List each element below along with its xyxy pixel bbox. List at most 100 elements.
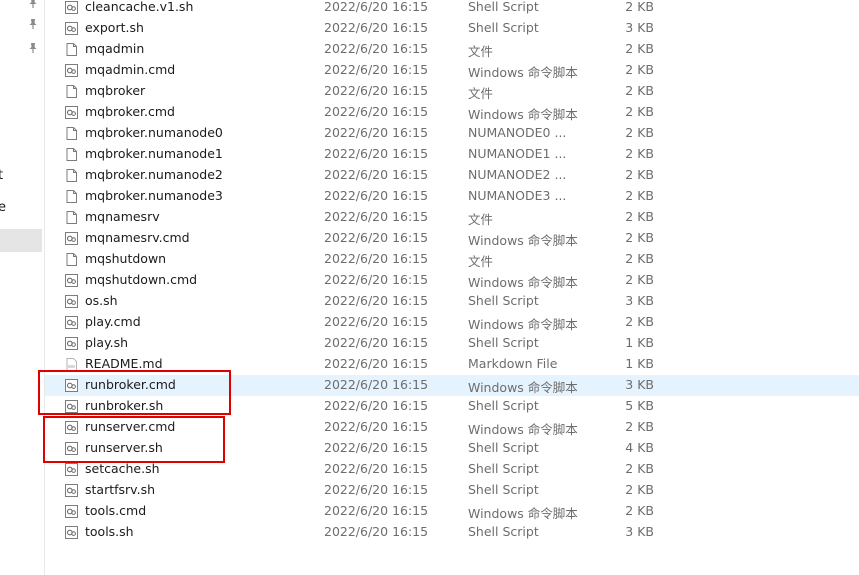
file-row[interactable]: play.cmd 2022/6/20 16:15 Windows 命令脚本 2 KB — [45, 312, 859, 333]
file-row[interactable]: mqbroker.numanode1 2022/6/20 16:15 NUMANOD… — [45, 144, 859, 165]
file-list: cleancache.v1.sh 2022/6/20 16:15 Shell Scr… — [45, 0, 859, 575]
nav-item-label[interactable]: e — [0, 200, 6, 215]
file-type: Markdown File — [468, 356, 558, 371]
blank-file-icon — [64, 42, 79, 57]
file-date-modified: 2022/6/20 16:15 — [324, 188, 429, 203]
annotation-box-runbroker — [38, 370, 231, 415]
file-type: Windows 命令脚本 — [468, 65, 578, 80]
file-name[interactable]: os.sh — [85, 293, 118, 308]
file-row[interactable]: mqshutdown.cmd 2022/6/20 16:15 Windows 命令脚… — [45, 270, 859, 291]
file-name[interactable]: mqadmin — [85, 41, 144, 56]
file-row[interactable]: tools.sh 2022/6/20 16:15 Shell Script 3 KB — [45, 522, 859, 543]
file-row[interactable]: mqbroker.numanode2 2022/6/20 16:15 NUMANOD… — [45, 165, 859, 186]
file-name[interactable]: mqbroker.numanode1 — [85, 146, 223, 161]
file-name[interactable]: tools.cmd — [85, 503, 146, 518]
file-type: Shell Script — [468, 0, 539, 14]
file-type: Shell Script — [468, 461, 539, 476]
file-name[interactable]: cleancache.v1.sh — [85, 0, 193, 14]
file-row[interactable]: mqadmin.cmd 2022/6/20 16:15 Windows 命令脚本 2 … — [45, 60, 859, 81]
file-row[interactable]: mqadmin 2022/6/20 16:15 文件 2 KB — [45, 39, 859, 60]
file-date-modified: 2022/6/20 16:15 — [324, 62, 429, 77]
file-size: 2 KB — [625, 188, 654, 203]
file-row[interactable]: export.sh 2022/6/20 16:15 Shell Script 3 KB — [45, 18, 859, 39]
file-row[interactable]: mqnamesrv 2022/6/20 16:15 文件 2 KB — [45, 207, 859, 228]
file-name[interactable]: setcache.sh — [85, 461, 160, 476]
script-file-icon — [64, 315, 79, 330]
file-type: Shell Script — [468, 398, 539, 413]
annotation-box-runserver — [43, 416, 225, 463]
file-size: 2 KB — [625, 230, 654, 245]
file-row[interactable]: mqbroker.cmd 2022/6/20 16:15 Windows 命令脚本 2… — [45, 102, 859, 123]
file-row[interactable]: mqbroker 2022/6/20 16:15 文件 2 KB — [45, 81, 859, 102]
file-date-modified: 2022/6/20 16:15 — [324, 83, 429, 98]
file-type: Shell Script — [468, 524, 539, 539]
pin-icon[interactable] — [26, 17, 40, 31]
file-name[interactable]: mqbroker.numanode2 — [85, 167, 223, 182]
file-type: Shell Script — [468, 20, 539, 35]
file-name[interactable]: startfsrv.sh — [85, 482, 155, 497]
file-type: Windows 命令脚本 — [468, 422, 578, 437]
file-type: Shell Script — [468, 335, 539, 350]
file-name[interactable]: mqnamesrv.cmd — [85, 230, 190, 245]
file-size: 3 KB — [625, 293, 654, 308]
file-name[interactable]: export.sh — [85, 20, 144, 35]
file-name[interactable]: mqbroker.numanode3 — [85, 188, 223, 203]
file-row[interactable]: mqbroker.numanode3 2022/6/20 16:15 NUMANOD… — [45, 186, 859, 207]
file-size: 2 KB — [625, 41, 654, 56]
file-name[interactable]: mqnamesrv — [85, 209, 160, 224]
file-type: NUMANODE3 ... — [468, 188, 567, 203]
file-date-modified: 2022/6/20 16:15 — [324, 125, 429, 140]
file-row[interactable]: mqbroker.numanode0 2022/6/20 16:15 NUMANOD… — [45, 123, 859, 144]
file-name[interactable]: play.sh — [85, 335, 128, 350]
file-date-modified: 2022/6/20 16:15 — [324, 0, 429, 14]
nav-item-label[interactable]: t — [0, 168, 3, 183]
file-name[interactable]: play.cmd — [85, 314, 141, 329]
file-row[interactable]: mqnamesrv.cmd 2022/6/20 16:15 Windows 命令脚本… — [45, 228, 859, 249]
file-row[interactable]: mqshutdown 2022/6/20 16:15 文件 2 KB — [45, 249, 859, 270]
file-type: Windows 命令脚本 — [468, 380, 578, 395]
blank-file-icon — [64, 210, 79, 225]
file-name[interactable]: mqadmin.cmd — [85, 62, 175, 77]
file-date-modified: 2022/6/20 16:15 — [324, 356, 429, 371]
file-size: 3 KB — [625, 377, 654, 392]
file-name[interactable]: mqshutdown — [85, 251, 166, 266]
script-file-icon — [64, 294, 79, 309]
file-size: 4 KB — [625, 440, 654, 455]
file-size: 2 KB — [625, 209, 654, 224]
file-type: NUMANODE1 ... — [468, 146, 567, 161]
file-row[interactable]: tools.cmd 2022/6/20 16:15 Windows 命令脚本 2 KB — [45, 501, 859, 522]
blank-file-icon — [64, 252, 79, 267]
file-date-modified: 2022/6/20 16:15 — [324, 377, 429, 392]
file-name[interactable]: mqbroker.numanode0 — [85, 125, 223, 140]
script-file-icon — [64, 0, 79, 15]
script-file-icon — [64, 231, 79, 246]
file-type: Windows 命令脚本 — [468, 233, 578, 248]
file-row[interactable]: startfsrv.sh 2022/6/20 16:15 Shell Script 2… — [45, 480, 859, 501]
pin-icon[interactable] — [26, 41, 40, 55]
file-name[interactable]: tools.sh — [85, 524, 134, 539]
file-size: 5 KB — [625, 398, 654, 413]
file-row[interactable]: play.sh 2022/6/20 16:15 Shell Script 1 KB — [45, 333, 859, 354]
file-name[interactable]: README.md — [85, 356, 163, 371]
file-date-modified: 2022/6/20 16:15 — [324, 524, 429, 539]
file-name[interactable]: mqbroker — [85, 83, 145, 98]
file-type: 文件 — [468, 212, 494, 227]
file-size: 1 KB — [625, 335, 654, 350]
blank-file-icon — [64, 147, 79, 162]
file-name[interactable]: mqshutdown.cmd — [85, 272, 197, 287]
file-size: 2 KB — [625, 0, 654, 14]
blank-file-icon — [64, 126, 79, 141]
file-name[interactable]: mqbroker.cmd — [85, 104, 175, 119]
pin-icon[interactable] — [26, 0, 40, 10]
nav-item-selected[interactable] — [0, 229, 42, 252]
file-date-modified: 2022/6/20 16:15 — [324, 41, 429, 56]
file-row[interactable]: cleancache.v1.sh 2022/6/20 16:15 Shell Scr… — [45, 0, 859, 18]
file-row[interactable]: os.sh 2022/6/20 16:15 Shell Script 3 KB — [45, 291, 859, 312]
file-date-modified: 2022/6/20 16:15 — [324, 230, 429, 245]
file-size: 2 KB — [625, 272, 654, 287]
file-type: NUMANODE0 ... — [468, 125, 567, 140]
file-date-modified: 2022/6/20 16:15 — [324, 209, 429, 224]
file-date-modified: 2022/6/20 16:15 — [324, 20, 429, 35]
file-size: 2 KB — [625, 461, 654, 476]
script-file-icon — [64, 273, 79, 288]
